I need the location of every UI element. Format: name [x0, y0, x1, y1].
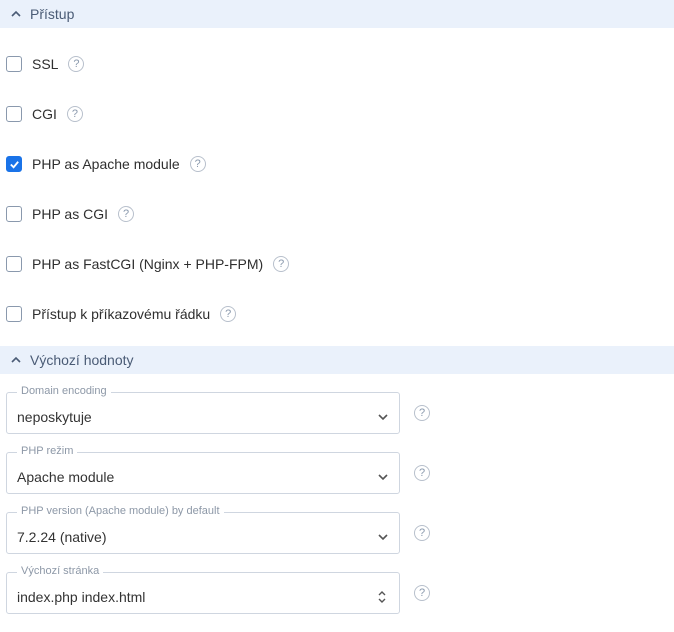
checkbox-label: CGI: [32, 106, 57, 122]
help-icon[interactable]: ?: [414, 465, 430, 481]
checkbox-php-apache[interactable]: [6, 156, 22, 172]
input-default-page[interactable]: Výchozí stránka index.php index.html: [6, 572, 400, 614]
chevron-up-icon: [10, 354, 22, 366]
section-header-defaults[interactable]: Výchozí hodnoty: [0, 346, 674, 374]
checkbox-php-cgi[interactable]: [6, 206, 22, 222]
checkbox-label: PHP as FastCGI (Nginx + PHP-FPM): [32, 256, 263, 272]
chevron-down-icon: [377, 411, 389, 423]
section-title: Výchozí hodnoty: [30, 352, 134, 368]
field-value: neposkytuje: [17, 409, 92, 425]
help-icon[interactable]: ?: [67, 106, 83, 122]
chevron-up-icon: [10, 8, 22, 20]
section-header-access[interactable]: Přístup: [0, 0, 674, 28]
checkbox-cgi[interactable]: [6, 106, 22, 122]
field-value: Apache module: [17, 469, 114, 485]
field-label: Výchozí stránka: [17, 565, 103, 577]
checkbox-row-php-apache: PHP as Apache module ?: [0, 146, 674, 182]
select-php-version[interactable]: PHP version (Apache module) by default 7…: [6, 512, 400, 554]
chevron-down-icon: [377, 531, 389, 543]
help-icon[interactable]: ?: [68, 56, 84, 72]
chevron-down-icon: [377, 471, 389, 483]
help-icon[interactable]: ?: [190, 156, 206, 172]
help-icon[interactable]: ?: [118, 206, 134, 222]
defaults-fields: Domain encoding neposkytuje ? PHP režim …: [0, 392, 674, 614]
field-row-default-page: Výchozí stránka index.php index.html ?: [6, 572, 668, 614]
checkbox-row-ssl: SSL ?: [0, 46, 674, 82]
checkbox-cmdline[interactable]: [6, 306, 22, 322]
field-row-php-mode: PHP režim Apache module ?: [6, 452, 668, 494]
field-value: 7.2.24 (native): [17, 529, 107, 545]
checkbox-row-cgi: CGI ?: [0, 96, 674, 132]
section-title: Přístup: [30, 6, 74, 22]
access-options: SSL ? CGI ? PHP as Apache module ? PHP a…: [0, 46, 674, 332]
help-icon[interactable]: ?: [273, 256, 289, 272]
field-label: PHP režim: [17, 445, 77, 457]
checkbox-row-php-cgi: PHP as CGI ?: [0, 196, 674, 232]
help-icon[interactable]: ?: [414, 525, 430, 541]
field-row-domain-encoding: Domain encoding neposkytuje ?: [6, 392, 668, 434]
checkbox-label: Přístup k příkazovému řádku: [32, 306, 210, 322]
checkbox-ssl[interactable]: [6, 56, 22, 72]
field-label: PHP version (Apache module) by default: [17, 505, 224, 517]
select-php-mode[interactable]: PHP režim Apache module: [6, 452, 400, 494]
field-row-php-version: PHP version (Apache module) by default 7…: [6, 512, 668, 554]
help-icon[interactable]: ?: [414, 585, 430, 601]
checkbox-row-php-fastcgi: PHP as FastCGI (Nginx + PHP-FPM) ?: [0, 246, 674, 282]
checkbox-php-fastcgi[interactable]: [6, 256, 22, 272]
checkbox-label: PHP as CGI: [32, 206, 108, 222]
sort-icon: [375, 590, 389, 604]
help-icon[interactable]: ?: [220, 306, 236, 322]
checkbox-label: PHP as Apache module: [32, 156, 180, 172]
select-domain-encoding[interactable]: Domain encoding neposkytuje: [6, 392, 400, 434]
field-value: index.php index.html: [17, 589, 145, 605]
help-icon[interactable]: ?: [414, 405, 430, 421]
checkbox-label: SSL: [32, 56, 58, 72]
field-label: Domain encoding: [17, 385, 111, 397]
checkbox-row-cmdline: Přístup k příkazovému řádku ?: [0, 296, 674, 332]
